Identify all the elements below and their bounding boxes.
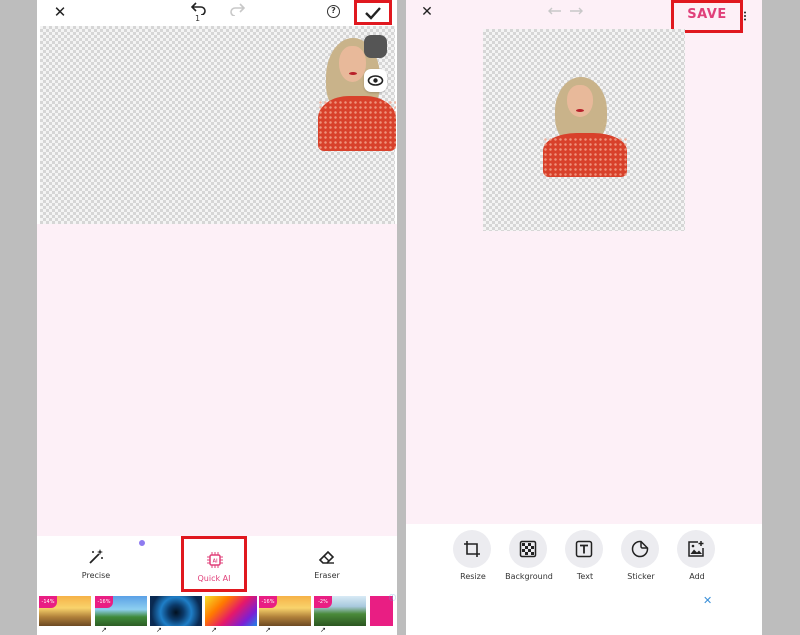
help-icon[interactable]: ? bbox=[327, 5, 340, 18]
ad-item[interactable]: ↗ bbox=[205, 596, 257, 634]
arrow-icon: ↗ bbox=[156, 626, 162, 634]
crop-icon bbox=[464, 541, 480, 557]
eye-icon bbox=[367, 75, 384, 86]
discount-badge: -16% bbox=[95, 596, 113, 608]
tool-label: Eraser bbox=[314, 571, 340, 580]
top-toolbar: ✕ SAVE bbox=[406, 0, 762, 33]
preview-button[interactable] bbox=[364, 69, 387, 92]
sticker-icon bbox=[631, 540, 649, 558]
tool-background[interactable]: Background bbox=[501, 530, 557, 586]
check-icon bbox=[365, 7, 381, 20]
redo-icon[interactable] bbox=[569, 6, 583, 18]
tool-icon-circle bbox=[453, 530, 491, 568]
arrow-icon: ↗ bbox=[320, 626, 326, 634]
woman-cutout-image bbox=[543, 77, 627, 177]
confirm-button[interactable] bbox=[354, 0, 392, 25]
arrow-icon: ↗ bbox=[211, 626, 217, 634]
screenshot-root: ✕ 1 ? Precise AI Quick AI Eraser -14% -1… bbox=[0, 0, 800, 635]
more-icon[interactable] bbox=[743, 11, 747, 21]
arrow-icon: ↗ bbox=[265, 626, 271, 634]
ad-item[interactable]: ↗ bbox=[150, 596, 202, 634]
top-toolbar: ✕ 1 ? bbox=[37, 0, 397, 26]
tool-sticker[interactable]: Sticker bbox=[613, 530, 669, 586]
text-icon bbox=[575, 540, 593, 558]
tool-label: Quick AI bbox=[197, 574, 231, 583]
arrow-icon: ↗ bbox=[101, 626, 107, 634]
tool-eraser[interactable]: Eraser bbox=[287, 536, 367, 592]
photo-editor-screen: ✕ SAVE Resize Background Text Sticker Ad… bbox=[406, 0, 762, 635]
undo-icon[interactable] bbox=[191, 1, 207, 15]
cutout-tools-bar: Precise AI Quick AI Eraser bbox=[37, 536, 397, 592]
redo-icon[interactable] bbox=[229, 2, 245, 16]
cutout-canvas[interactable] bbox=[40, 26, 396, 224]
compare-toggle-button[interactable] bbox=[364, 35, 387, 58]
undo-icon[interactable] bbox=[548, 6, 562, 18]
notification-dot bbox=[138, 539, 146, 547]
tool-text[interactable]: Text bbox=[557, 530, 613, 586]
tool-resize[interactable]: Resize bbox=[445, 530, 501, 586]
svg-text:AI: AI bbox=[213, 559, 219, 565]
cutout-editor-screen: ✕ 1 ? Precise AI Quick AI Eraser -14% -1… bbox=[37, 0, 397, 635]
close-ad-icon[interactable]: ✕ bbox=[703, 594, 712, 607]
ad-item[interactable]: -16% ↗ bbox=[95, 596, 147, 634]
tool-label: Precise bbox=[81, 571, 111, 580]
tool-precise[interactable]: Precise bbox=[56, 536, 136, 592]
ad-item[interactable]: -2% ↗ bbox=[314, 596, 366, 634]
canvas-background bbox=[37, 224, 397, 536]
tool-label: Add bbox=[689, 572, 705, 581]
background-icon bbox=[519, 540, 537, 558]
ad-info-icon[interactable]: ⓘ✕ bbox=[389, 593, 397, 603]
tool-quick-ai[interactable]: AI Quick AI bbox=[181, 536, 247, 592]
tool-icon-circle bbox=[677, 530, 715, 568]
discount-badge: -2% bbox=[314, 596, 332, 608]
eraser-icon bbox=[318, 550, 335, 564]
tool-icon-circle bbox=[509, 530, 547, 568]
magic-wand-icon bbox=[89, 549, 103, 564]
ad-item[interactable]: -14% bbox=[39, 596, 91, 626]
discount-badge: -16% bbox=[259, 596, 277, 608]
ad-item[interactable]: -16% ↗ bbox=[259, 596, 311, 634]
close-icon[interactable]: ✕ bbox=[52, 4, 68, 20]
editor-tools-bar: Resize Background Text Sticker Add bbox=[406, 524, 762, 588]
ad-banner[interactable]: -14% -16% ↗ ↗ ↗ -16% ↗ -2% ↗ ⓘ✕ bbox=[37, 592, 397, 635]
tool-icon-circle bbox=[621, 530, 659, 568]
tool-icon-circle bbox=[565, 530, 603, 568]
undo-count: 1 bbox=[195, 14, 201, 23]
discount-badge: -14% bbox=[39, 596, 57, 608]
ad-banner[interactable]: ✕ bbox=[406, 588, 762, 635]
close-icon[interactable]: ✕ bbox=[420, 5, 434, 19]
add-image-icon bbox=[688, 541, 704, 557]
tool-add[interactable]: Add bbox=[669, 530, 725, 586]
save-label: SAVE bbox=[687, 7, 727, 22]
ai-chip-icon: AI bbox=[207, 552, 223, 568]
edit-canvas[interactable] bbox=[483, 29, 685, 231]
